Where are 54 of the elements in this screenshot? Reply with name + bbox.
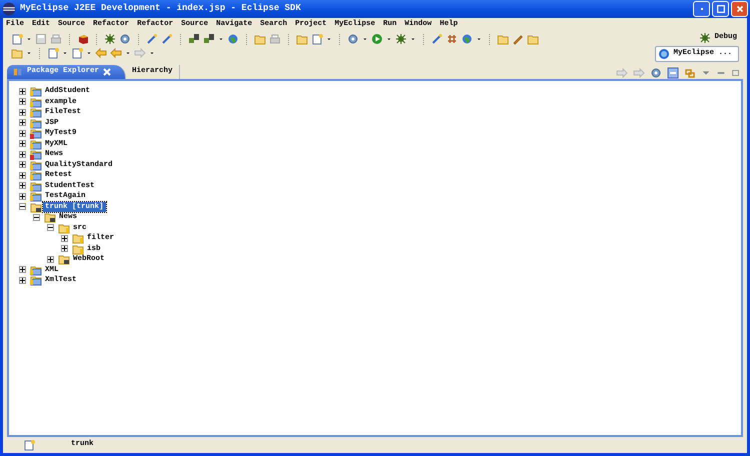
globe-icon[interactable] [227, 33, 239, 45]
bug-icon[interactable] [395, 33, 407, 45]
pencil-icon[interactable] [512, 33, 524, 45]
tab-close-button[interactable] [103, 68, 112, 76]
expand-toggle[interactable] [19, 119, 26, 126]
grid-icon[interactable] [446, 33, 458, 45]
expand-toggle[interactable] [19, 172, 26, 179]
expand-toggle[interactable] [61, 234, 68, 242]
globe-icon[interactable] [461, 33, 473, 45]
package-icon [13, 67, 23, 77]
gear-icon[interactable] [119, 33, 131, 45]
expand-toggle[interactable] [47, 224, 54, 232]
maximize-icon [716, 4, 726, 14]
expand-toggle[interactable] [19, 150, 26, 158]
gear-icon[interactable] [347, 33, 359, 45]
maximize-button[interactable] [712, 1, 729, 17]
expand-toggle[interactable] [47, 256, 54, 263]
server-icon[interactable] [188, 33, 200, 45]
expand-toggle[interactable] [19, 88, 26, 95]
expand-toggle[interactable] [19, 130, 26, 137]
bug-icon [699, 32, 712, 44]
expand-toggle[interactable] [19, 203, 26, 210]
close-button[interactable] [731, 1, 748, 17]
wand-icon[interactable] [161, 33, 173, 45]
new-file-icon[interactable] [11, 33, 23, 45]
run-icon[interactable] [371, 33, 383, 45]
wand-icon[interactable] [431, 33, 443, 45]
bug-icon[interactable] [104, 33, 116, 45]
expand-toggle[interactable] [19, 182, 26, 190]
expand-toggle[interactable] [19, 98, 26, 106]
new-file-icon[interactable] [311, 33, 323, 45]
expand-toggle[interactable] [19, 192, 26, 200]
expand-toggle[interactable] [19, 266, 26, 274]
maximize-icon[interactable] [731, 67, 741, 79]
expand-toggle[interactable] [19, 140, 26, 148]
wand-icon[interactable] [146, 33, 158, 45]
new-file-icon[interactable] [71, 47, 83, 59]
expand-toggle[interactable] [19, 108, 26, 116]
myeclipse-logo-icon [658, 48, 670, 60]
close-icon [734, 4, 744, 14]
link-icon[interactable] [684, 67, 696, 79]
minimize-button[interactable] [693, 1, 710, 17]
new-file-icon[interactable] [47, 47, 59, 59]
expand-toggle[interactable] [33, 214, 40, 221]
new-file-icon [23, 439, 35, 451]
collapse-all-icon[interactable] [667, 67, 679, 79]
expand-toggle[interactable] [19, 161, 26, 168]
gear-icon[interactable] [650, 67, 662, 79]
cube-icon[interactable] [77, 33, 89, 45]
window-title: MyEclipse J2EE Development - index.jsp - Eclipse SDK [20, 2, 302, 16]
expand-toggle[interactable] [19, 276, 26, 284]
expand-toggle[interactable] [61, 245, 68, 252]
eclipse-logo-icon [2, 2, 16, 16]
server-icon[interactable] [203, 33, 215, 45]
